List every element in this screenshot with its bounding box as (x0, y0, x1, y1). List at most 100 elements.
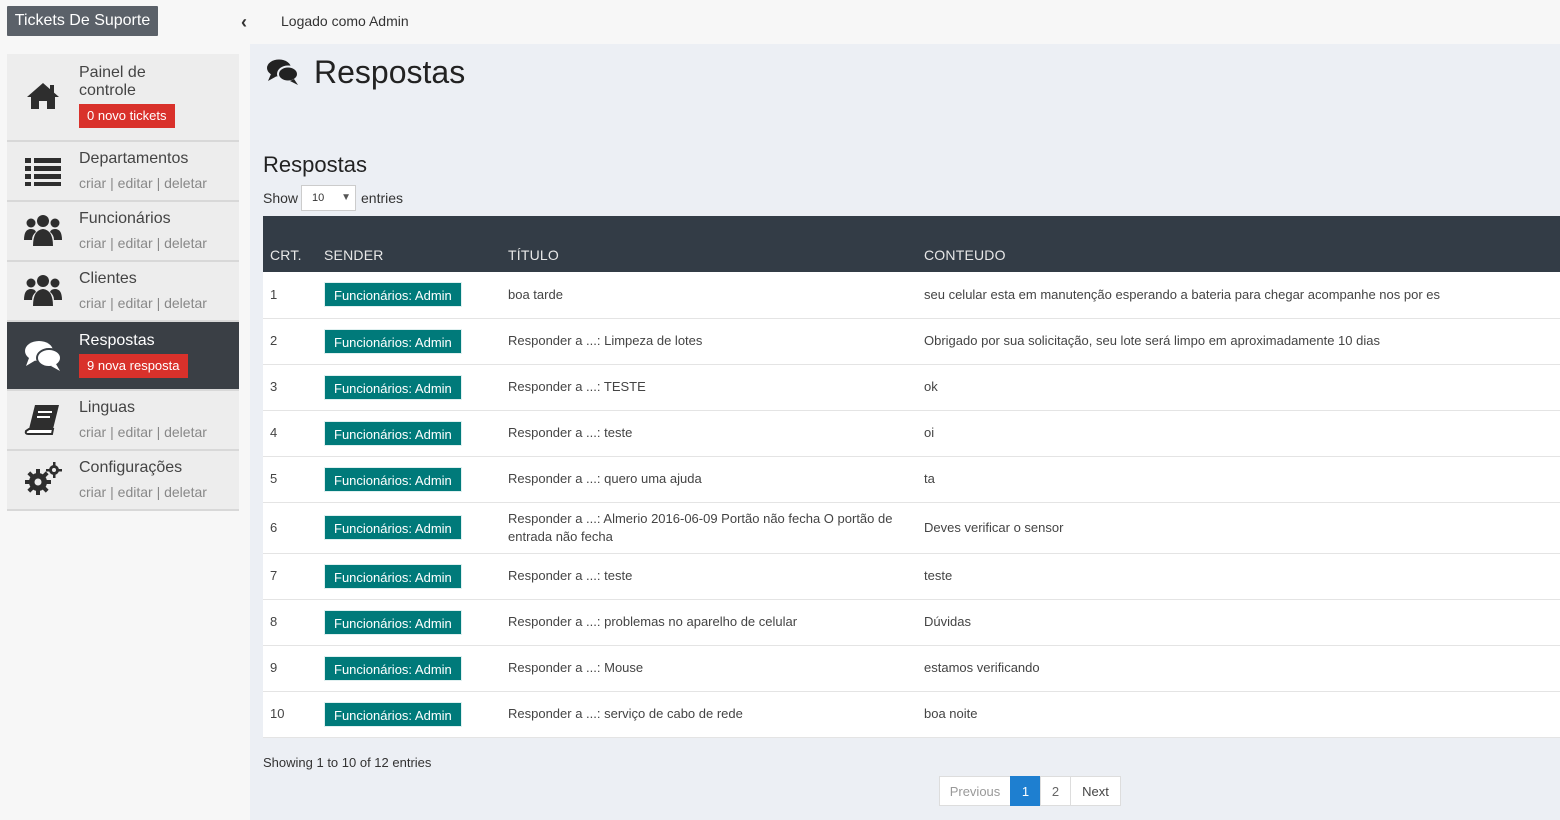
cell-content: ok (924, 364, 1560, 411)
edit-link[interactable]: editar (118, 424, 153, 440)
sidebar-item-linguas[interactable]: Linguas criar | editar | deletar (7, 391, 239, 451)
comments-icon (266, 58, 300, 86)
cell-content: estamos verificando (924, 645, 1560, 692)
show-label: Show (263, 190, 299, 206)
delete-link[interactable]: deletar (164, 235, 207, 251)
sender-badge: Funcionários: Admin (324, 374, 462, 400)
entries-select[interactable]: 10 ▼ (301, 185, 356, 211)
sidebar-collapse-icon[interactable]: ‹ (236, 12, 252, 32)
sidebar-item-label: controle (79, 82, 136, 99)
cell-content: boa noite (924, 691, 1560, 738)
users-icon (23, 272, 63, 308)
table-row[interactable]: 6 Funcionários: Admin Responder a ...: A… (263, 502, 1560, 554)
column-header-title[interactable]: TÍTULO (508, 216, 924, 272)
column-header-sender[interactable]: SENDER (324, 216, 508, 272)
top-bar: Tickets De Suporte ‹ Logado como Admin (0, 0, 1560, 44)
sidebar-item-funcionarios[interactable]: Funcionários criar | editar | deletar (7, 202, 239, 262)
delete-link[interactable]: deletar (164, 424, 207, 440)
comments-icon (23, 338, 63, 374)
page-2-button[interactable]: 2 (1040, 776, 1071, 806)
new-tickets-badge: 0 novo tickets (79, 104, 175, 128)
table-row[interactable]: 10 Funcionários: Admin Responder a ...: … (263, 691, 1560, 738)
brand-logo[interactable]: Tickets De Suporte (7, 6, 158, 36)
sidebar-item-label: Clientes (79, 270, 137, 287)
sidebar-item-configuracoes[interactable]: Configurações criar | editar | deletar (7, 451, 239, 511)
edit-link[interactable]: editar (118, 295, 153, 311)
gears-icon (23, 461, 63, 497)
crud-links: criar | editar | deletar (79, 424, 207, 440)
cell-content: teste (924, 553, 1560, 600)
sidebar-item-clientes[interactable]: Clientes criar | editar | deletar (7, 262, 239, 322)
delete-link[interactable]: deletar (164, 295, 207, 311)
table-row[interactable]: 7 Funcionários: Admin Responder a ...: t… (263, 553, 1560, 600)
table-info: Showing 1 to 10 of 12 entries (263, 755, 432, 770)
sender-badge: Funcionários: Admin (324, 701, 462, 727)
create-link[interactable]: criar (79, 295, 106, 311)
sender-badge: Funcionários: Admin (324, 420, 462, 446)
sidebar-item-departamentos[interactable]: Departamentos criar | editar | deletar (7, 142, 239, 202)
page-title: Respostas (314, 54, 466, 90)
cell-title: boa tarde (508, 272, 924, 319)
sender-badge: Funcionários: Admin (324, 466, 462, 492)
create-link[interactable]: criar (79, 424, 106, 440)
delete-link[interactable]: deletar (164, 175, 207, 191)
crud-links: criar | editar | deletar (79, 295, 207, 311)
new-responses-badge: 9 nova resposta (79, 354, 188, 378)
create-link[interactable]: criar (79, 175, 106, 191)
cell-title: Responder a ...: teste (508, 553, 924, 600)
sidebar: Painel de controle 0 novo tickets Depart… (0, 44, 250, 820)
cell-crt: 1 (263, 272, 324, 319)
cell-title: Responder a ...: Mouse (508, 645, 924, 692)
table-row[interactable]: 5 Funcionários: Admin Responder a ...: q… (263, 456, 1560, 503)
sender-badge: Funcionários: Admin (324, 563, 462, 589)
next-page-button[interactable]: Next (1070, 776, 1121, 806)
edit-link[interactable]: editar (118, 175, 153, 191)
cell-content: ta (924, 456, 1560, 503)
sidebar-item-label: Respostas (79, 332, 155, 349)
table-row[interactable]: 8 Funcionários: Admin Responder a ...: p… (263, 599, 1560, 646)
table-row[interactable]: 1 Funcionários: Admin boa tarde seu celu… (263, 272, 1560, 319)
cell-title: Responder a ...: Limpeza de lotes (508, 318, 924, 365)
cell-title: Responder a ...: problemas no aparelho d… (508, 599, 924, 646)
delete-link[interactable]: deletar (164, 484, 207, 500)
page-1-button[interactable]: 1 (1010, 776, 1041, 806)
entries-label: entries (361, 190, 404, 206)
section-title: Respostas (263, 152, 367, 177)
column-header-content[interactable]: CONTEUDO (924, 216, 1560, 272)
entries-select-value: 10 (312, 192, 325, 204)
crud-links: criar | editar | deletar (79, 235, 207, 251)
cell-title: Responder a ...: Almerio 2016-06-09 Port… (508, 502, 924, 554)
create-link[interactable]: criar (79, 235, 106, 251)
column-header-crt[interactable]: CRT. (263, 216, 324, 272)
cell-crt: 8 (263, 599, 324, 646)
sidebar-item-respostas[interactable]: Respostas 9 nova resposta (7, 322, 239, 391)
pagination: Previous 1 2 Next (939, 776, 1121, 806)
edit-link[interactable]: editar (118, 235, 153, 251)
sidebar-item-dashboard[interactable]: Painel de controle 0 novo tickets (7, 54, 239, 142)
chevron-down-icon: ▼ (341, 192, 351, 203)
edit-link[interactable]: editar (118, 484, 153, 500)
cell-title: Responder a ...: teste (508, 410, 924, 457)
cell-content: Dúvidas (924, 599, 1560, 646)
table-row[interactable]: 4 Funcionários: Admin Responder a ...: t… (263, 410, 1560, 457)
table-row[interactable]: 9 Funcionários: Admin Responder a ...: M… (263, 645, 1560, 692)
cell-crt: 4 (263, 410, 324, 457)
cell-crt: 6 (263, 502, 324, 554)
users-icon (23, 212, 63, 248)
table-row[interactable]: 3 Funcionários: Admin Responder a ...: T… (263, 364, 1560, 411)
crud-links: criar | editar | deletar (79, 175, 207, 191)
cell-content: Obrigado por sua solicitação, seu lote s… (924, 318, 1560, 365)
cell-content: oi (924, 410, 1560, 457)
sidebar-item-label: Painel de (79, 64, 146, 81)
list-icon (23, 153, 63, 189)
sender-badge: Funcionários: Admin (324, 282, 462, 308)
sidebar-item-label: Configurações (79, 459, 183, 476)
sender-badge: Funcionários: Admin (324, 609, 462, 635)
table-row[interactable]: 2 Funcionários: Admin Responder a ...: L… (263, 318, 1560, 365)
sidebar-item-label: Departamentos (79, 150, 189, 167)
previous-page-button[interactable]: Previous (939, 776, 1011, 806)
responses-table: CRT. SENDER TÍTULO CONTEUDO 1 Funcionári… (263, 216, 1560, 738)
cell-crt: 10 (263, 691, 324, 738)
cell-title: Responder a ...: serviço de cabo de rede (508, 691, 924, 738)
create-link[interactable]: criar (79, 484, 106, 500)
